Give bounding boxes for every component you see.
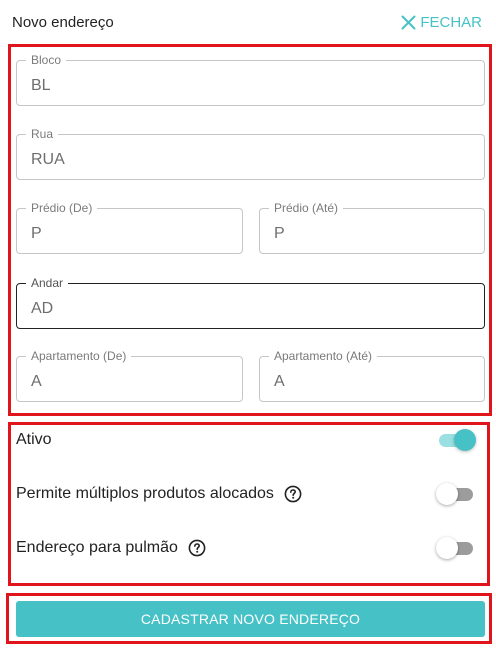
toggle-row-pulmao: Endereço para pulmão	[16, 534, 476, 562]
pulmao-switch[interactable]	[436, 537, 476, 559]
multiplos-label: Permite múltiplos produtos alocados	[16, 485, 274, 502]
predio-de-field[interactable]: Prédio (De)	[16, 201, 243, 254]
switch-thumb	[436, 537, 458, 559]
rua-input[interactable]	[31, 151, 470, 169]
toggle-row-ativo: Ativo	[16, 426, 476, 454]
close-label: FECHAR	[420, 14, 482, 31]
apartamento-de-input[interactable]	[31, 373, 228, 391]
apartamento-ate-input[interactable]	[274, 373, 470, 391]
apartamento-ate-label: Apartamento (Até)	[269, 349, 378, 364]
rua-field[interactable]: Rua	[16, 127, 485, 180]
bloco-label: Bloco	[26, 53, 67, 68]
bloco-input[interactable]	[31, 77, 470, 95]
help-icon[interactable]	[284, 485, 302, 503]
pulmao-label: Endereço para pulmão	[16, 539, 178, 556]
submit-button[interactable]: CADASTRAR NOVO ENDEREÇO	[16, 601, 485, 637]
apartamento-de-label: Apartamento (De)	[26, 349, 132, 364]
rua-label: Rua	[26, 127, 59, 142]
bloco-field[interactable]: Bloco	[16, 53, 485, 106]
multiplos-switch[interactable]	[436, 483, 476, 505]
andar-input[interactable]	[31, 300, 470, 318]
predio-de-input[interactable]	[31, 225, 228, 243]
predio-ate-label: Prédio (Até)	[269, 201, 344, 216]
predio-ate-input[interactable]	[274, 225, 470, 243]
switch-thumb	[454, 429, 476, 451]
close-icon	[401, 15, 416, 30]
ativo-switch[interactable]	[438, 429, 476, 451]
ativo-label: Ativo	[16, 431, 52, 448]
andar-field[interactable]: Andar	[16, 276, 485, 329]
predio-de-label: Prédio (De)	[26, 201, 98, 216]
toggle-row-multiplos: Permite múltiplos produtos alocados	[16, 480, 476, 508]
andar-label: Andar	[26, 276, 69, 291]
apartamento-ate-field[interactable]: Apartamento (Até)	[259, 349, 485, 402]
apartamento-de-field[interactable]: Apartamento (De)	[16, 349, 243, 402]
switch-thumb	[436, 483, 458, 505]
predio-ate-field[interactable]: Prédio (Até)	[259, 201, 485, 254]
help-icon[interactable]	[188, 539, 206, 557]
close-button[interactable]: FECHAR	[401, 14, 482, 31]
page-title: Novo endereço	[12, 14, 114, 31]
